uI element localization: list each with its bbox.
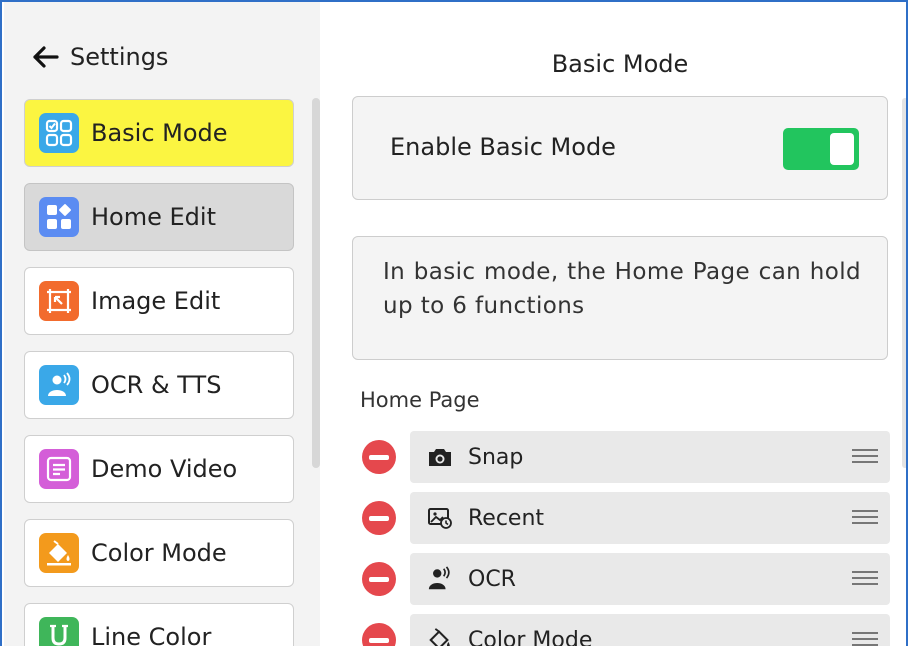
sidebar-item-label: Image Edit [91,287,221,315]
function-row[interactable]: Recent [410,492,890,544]
toggle-label: Enable Basic Mode [390,133,616,161]
main-panel: Basic Mode Enable Basic Mode In basic mo… [320,2,906,646]
sidebar-item-demo-video[interactable]: Demo Video [24,435,294,503]
minus-icon [369,454,389,460]
drag-handle-icon[interactable] [852,510,878,526]
remove-button[interactable] [362,501,396,535]
sidebar-item-line-color[interactable]: Line Color [24,603,294,646]
function-label: OCR [468,566,516,592]
main-scrollbar[interactable] [902,98,906,468]
home-edit-icon [39,197,79,237]
home-page-section-label: Home Page [360,388,480,412]
minus-icon [369,637,389,643]
function-row[interactable]: Color Mode [410,614,890,646]
sidebar-item-ocr-tts[interactable]: OCR & TTS [24,351,294,419]
sidebar-item-home-edit[interactable]: Home Edit [24,183,294,251]
sidebar-item-label: OCR & TTS [91,371,222,399]
sidebar-item-image-edit[interactable]: Image Edit [24,267,294,335]
camera-icon [426,443,454,471]
sidebar-scrollbar[interactable] [312,98,320,468]
back-button[interactable]: Settings [30,40,168,74]
color-mode-icon [39,533,79,573]
drag-handle-icon[interactable] [852,449,878,465]
sidebar-item-basic-mode[interactable]: Basic Mode [24,99,294,167]
drag-handle-icon[interactable] [852,632,878,646]
recent-icon [426,504,454,532]
remove-button[interactable] [362,562,396,596]
image-edit-icon [39,281,79,321]
sidebar-item-label: Color Mode [91,539,227,567]
function-label: Recent [468,505,545,531]
function-row[interactable]: OCR [410,553,890,605]
function-label: Color Mode [468,627,593,646]
info-card: In basic mode, the Home Page can hold up… [352,236,888,360]
ocr-icon [426,565,454,593]
enable-basic-mode-toggle[interactable] [783,128,859,170]
drag-handle-icon[interactable] [852,571,878,587]
back-arrow-icon [30,42,60,72]
sidebar-item-color-mode[interactable]: Color Mode [24,519,294,587]
sidebar: Settings Basic Mode Home Edit Image Edit… [4,2,320,646]
ocr-tts-icon [39,365,79,405]
demo-video-icon [39,449,79,489]
function-row[interactable]: Snap [410,431,890,483]
enable-basic-mode-card: Enable Basic Mode [352,96,888,200]
toggle-knob [830,133,854,165]
sidebar-item-label: Home Edit [91,203,216,231]
line-color-icon [39,617,79,646]
minus-icon [369,576,389,582]
sidebar-item-label: Line Color [91,623,212,646]
app-window: Settings Basic Mode Home Edit Image Edit… [0,0,908,646]
remove-button[interactable] [362,623,396,646]
sidebar-item-label: Demo Video [91,455,238,483]
settings-title: Settings [70,43,169,71]
function-label: Snap [468,444,524,470]
sidebar-item-label: Basic Mode [91,119,228,147]
basic-mode-icon [39,113,79,153]
remove-button[interactable] [362,440,396,474]
paint-bucket-icon [426,626,454,646]
minus-icon [369,515,389,521]
info-text: In basic mode, the Home Page can hold up… [383,259,861,319]
page-title: Basic Mode [551,50,689,78]
